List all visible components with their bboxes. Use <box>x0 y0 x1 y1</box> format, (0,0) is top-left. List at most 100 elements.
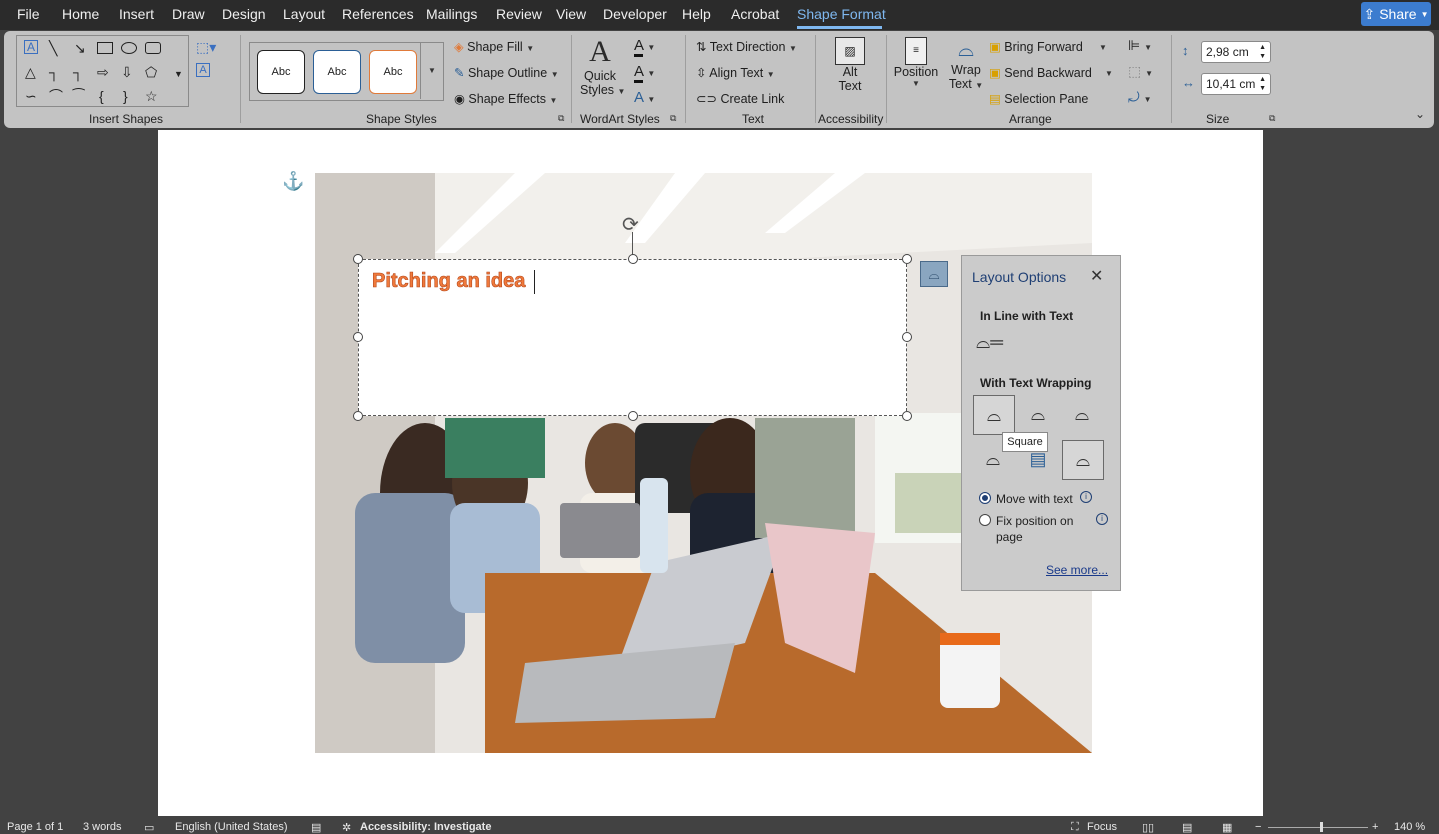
text-fill-button[interactable]: A ▼ <box>634 37 655 57</box>
menu-shape-format[interactable]: Shape Format <box>797 6 886 22</box>
move-with-text-radio[interactable] <box>979 492 991 504</box>
word-count[interactable]: 3 words <box>83 821 122 833</box>
resize-handle-right[interactable] <box>902 332 912 342</box>
menu-review[interactable]: Review <box>496 6 542 22</box>
triangle-icon[interactable]: △ <box>25 64 36 80</box>
shapes-gallery[interactable]: A ╲ ↘ △ ┐ ┐ ⇨ ⇩ ⬠ ∽ ⌒ ⁀ { } ☆ ▼ <box>16 35 189 107</box>
rotate-handle-icon[interactable]: ⟳ <box>622 212 639 237</box>
down-arrow-icon[interactable]: ⇩ <box>121 64 133 80</box>
in-line-with-text-option[interactable]: ⌓═ <box>976 332 1016 370</box>
chevron-down-icon[interactable]: ▼ <box>1099 43 1107 52</box>
spinner-icon[interactable]: ▲ ▼ <box>1259 75 1266 93</box>
shape-width-input[interactable]: 10,41 cm ▲ ▼ <box>1201 73 1271 95</box>
edit-shape-icon[interactable]: ⬚▾ <box>196 39 216 55</box>
bring-forward-button[interactable]: ▣ Bring Forward <box>989 39 1083 54</box>
textbox-icon[interactable]: A <box>24 40 38 54</box>
text-effects-button[interactable]: A ▼ <box>634 89 655 106</box>
info-icon[interactable]: i <box>1096 513 1108 525</box>
draw-textbox-icon[interactable]: A <box>196 63 210 77</box>
line-icon[interactable]: ╲ <box>49 40 57 56</box>
wrap-text-button[interactable]: ⌓ Wrap Text ▼ <box>944 37 988 91</box>
freeform-icon[interactable]: ∽ <box>25 88 37 104</box>
spinner-icon[interactable]: ▲ ▼ <box>1259 43 1266 61</box>
rectangle-icon[interactable] <box>97 42 113 54</box>
menu-file[interactable]: File <box>17 6 40 22</box>
chevron-down-icon[interactable]: ▼ <box>1105 69 1113 78</box>
close-icon[interactable]: ✕ <box>1090 266 1103 286</box>
menu-draw[interactable]: Draw <box>172 6 205 22</box>
print-layout-icon[interactable]: ▤ <box>1182 821 1192 834</box>
wrap-tight-option[interactable]: ⌓ <box>1018 395 1058 433</box>
menu-references[interactable]: References <box>342 6 414 22</box>
align-objects-button[interactable]: ⊫ ▼ <box>1128 37 1152 54</box>
group-objects-button[interactable]: ⬚ ▼ <box>1128 63 1153 80</box>
zoom-slider-thumb[interactable] <box>1320 822 1323 832</box>
oval-icon[interactable] <box>121 42 137 54</box>
zoom-in-icon[interactable]: + <box>1372 821 1378 833</box>
accessibility-status[interactable]: Accessibility: Investigate <box>360 821 491 833</box>
gallery-more-icon[interactable]: ▼ <box>174 66 183 82</box>
info-icon[interactable]: i <box>1080 491 1092 503</box>
left-brace-icon[interactable]: { <box>99 88 104 104</box>
menu-home[interactable]: Home <box>62 6 99 22</box>
menu-help[interactable]: Help <box>682 6 711 22</box>
elbow-connector-icon[interactable]: ┐ <box>49 64 59 80</box>
alt-text-button[interactable]: ▨ Alt Text <box>830 37 870 93</box>
dialog-launcher-icon[interactable]: ⧉ <box>558 113 564 124</box>
resize-handle-bottom[interactable] <box>628 411 638 421</box>
collapse-ribbon-icon[interactable]: ⌄ <box>1415 107 1425 121</box>
align-text-button[interactable]: ⇳ Align Text ▼ <box>696 65 775 80</box>
language-status[interactable]: English (United States) <box>175 821 288 833</box>
shape-height-input[interactable]: 2,98 cm ▲ ▼ <box>1201 41 1271 63</box>
textbox-text[interactable]: Pitching an idea <box>372 270 526 293</box>
wrap-square-option[interactable]: ⌓ <box>973 395 1015 435</box>
menu-design[interactable]: Design <box>222 6 266 22</box>
page-count[interactable]: Page 1 of 1 <box>7 821 63 833</box>
resize-handle-top-left[interactable] <box>353 254 363 264</box>
menu-developer[interactable]: Developer <box>603 6 667 22</box>
resize-handle-bottom-left[interactable] <box>353 411 363 421</box>
star-icon[interactable]: ☆ <box>145 88 158 104</box>
styles-more-button[interactable]: ▼ <box>420 42 443 99</box>
selection-pane-button[interactable]: ▤ Selection Pane <box>989 91 1088 106</box>
read-mode-icon[interactable]: ▯▯ <box>1142 821 1154 834</box>
resize-handle-bottom-right[interactable] <box>902 411 912 421</box>
position-button[interactable]: ≡ Position ▼ <box>892 37 940 88</box>
resize-handle-top-right[interactable] <box>902 254 912 264</box>
quick-styles-button[interactable]: A Quick Styles ▼ <box>580 35 625 105</box>
resize-handle-top[interactable] <box>628 254 638 264</box>
shape-fill-button[interactable]: ◈ Shape Fill ▼ <box>454 39 534 54</box>
layout-options-button[interactable]: ⌓ <box>920 261 948 287</box>
see-more-link[interactable]: See more... <box>1046 563 1108 577</box>
dialog-launcher-icon[interactable]: ⧉ <box>670 113 676 124</box>
focus-button[interactable]: Focus <box>1087 821 1117 833</box>
zoom-out-icon[interactable]: − <box>1255 821 1261 833</box>
arrow-line-icon[interactable]: ↘ <box>74 40 86 56</box>
shape-outline-button[interactable]: ✎ Shape Outline ▼ <box>454 65 559 80</box>
menu-acrobat[interactable]: Acrobat <box>731 6 779 22</box>
elbow-arrow-icon[interactable]: ┐ <box>73 64 83 80</box>
zoom-level[interactable]: 140 % <box>1394 821 1425 833</box>
text-direction-button[interactable]: ⇅ Text Direction ▼ <box>696 39 797 54</box>
menu-layout[interactable]: Layout <box>283 6 325 22</box>
rounded-rectangle-icon[interactable] <box>145 42 161 54</box>
proofing-icon[interactable]: ▭ <box>144 821 154 834</box>
text-outline-button[interactable]: A ▼ <box>634 63 655 83</box>
share-button[interactable]: ⇪ Share ▼ <box>1361 2 1431 26</box>
send-backward-button[interactable]: ▣ Send Backward <box>989 65 1092 80</box>
style-preset-blue[interactable]: Abc <box>313 50 361 94</box>
curve-icon[interactable]: ⁀ <box>73 88 84 104</box>
wrap-in-front-option[interactable]: ⌓ <box>1062 440 1104 480</box>
right-arrow-icon[interactable]: ⇨ <box>97 64 109 80</box>
resize-handle-left[interactable] <box>353 332 363 342</box>
flowchart-icon[interactable]: ⬠ <box>145 64 157 80</box>
text-box[interactable]: Pitching an idea <box>358 259 907 416</box>
dialog-launcher-icon[interactable]: ⧉ <box>1269 113 1275 124</box>
style-preset-black[interactable]: Abc <box>257 50 305 94</box>
shape-styles-gallery[interactable]: Abc Abc Abc <box>249 42 444 101</box>
predictions-icon[interactable]: ▤ <box>311 821 321 834</box>
right-brace-icon[interactable]: } <box>123 88 128 104</box>
web-layout-icon[interactable]: ▦ <box>1222 821 1232 834</box>
menu-insert[interactable]: Insert <box>119 6 154 22</box>
shape-effects-button[interactable]: ◉ Shape Effects ▼ <box>454 91 557 106</box>
